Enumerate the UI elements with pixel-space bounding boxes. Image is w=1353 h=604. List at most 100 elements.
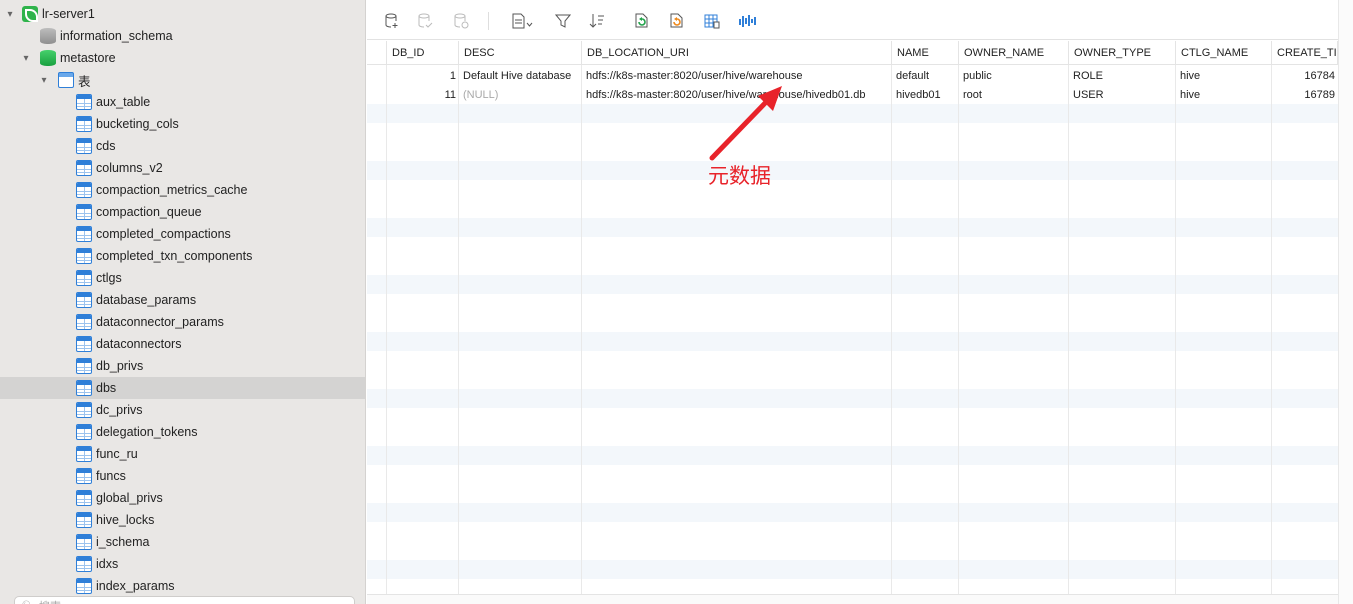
save-row-icon[interactable] <box>416 12 434 30</box>
grid-cell[interactable]: default <box>892 67 959 86</box>
chevron-down-icon[interactable]: ▾ <box>20 52 32 64</box>
tree-item-table[interactable]: i_schema <box>0 531 365 553</box>
grid-cell[interactable]: hive <box>1176 86 1272 105</box>
grid-row-background <box>367 351 1338 370</box>
grid-view-icon[interactable] <box>703 12 721 30</box>
tree-item-label: completed_txn_components <box>96 249 253 263</box>
column-header[interactable]: OWNER_TYPE <box>1069 41 1176 65</box>
column-header[interactable]: DB_ID <box>387 41 459 65</box>
tree-item-table[interactable]: completed_txn_components <box>0 245 365 267</box>
tree-item-label: bucketing_cols <box>96 117 179 131</box>
column-header[interactable]: CREATE_TIM <box>1272 41 1338 65</box>
tree-item-table[interactable]: global_privs <box>0 487 365 509</box>
grid-cell[interactable]: Default Hive database <box>459 67 582 86</box>
chart-icon[interactable] <box>738 12 756 30</box>
grid-cell[interactable]: 1 <box>387 67 459 86</box>
table-icon <box>76 182 92 198</box>
search-placeholder: 搜索 <box>39 598 61 604</box>
tree-item-table[interactable]: aux_table <box>0 91 365 113</box>
tree-item-db-metastore[interactable]: ▾ metastore <box>0 47 365 69</box>
column-divider <box>891 65 892 594</box>
tree-item-table[interactable]: ctlgs <box>0 267 365 289</box>
tree-item-table[interactable]: delegation_tokens <box>0 421 365 443</box>
tree-item-table[interactable]: bucketing_cols <box>0 113 365 135</box>
tree-item-label: metastore <box>60 51 116 65</box>
grid-cell[interactable]: root <box>959 86 1069 105</box>
results-grid[interactable]: DB_ID DESC DB_LOCATION_URI NAME OWNER_NAME OW… <box>367 41 1338 594</box>
grid-cell[interactable]: hive <box>1176 67 1272 86</box>
tree-item-table[interactable]: idxs <box>0 553 365 575</box>
grid-cell[interactable]: 16784 <box>1272 67 1338 86</box>
column-header[interactable]: NAME <box>892 41 959 65</box>
tree-item-table[interactable]: db_privs <box>0 355 365 377</box>
sort-icon[interactable] <box>588 12 606 30</box>
grid-row-background <box>367 104 1338 123</box>
tree-item-table[interactable]: hive_locks <box>0 509 365 531</box>
tree-item-label: db_privs <box>96 359 144 373</box>
refresh-orange-icon[interactable] <box>668 12 686 30</box>
grid-row-background <box>367 522 1338 541</box>
grid-row-background <box>367 560 1338 579</box>
tree-item-table[interactable]: compaction_metrics_cache <box>0 179 365 201</box>
grid-cell[interactable]: public <box>959 67 1069 86</box>
table-icon <box>76 248 92 264</box>
tree-item-table[interactable]: compaction_queue <box>0 201 365 223</box>
column-divider <box>1068 65 1069 594</box>
table-icon <box>76 226 92 242</box>
chevron-down-icon[interactable]: ▾ <box>38 74 50 86</box>
column-header[interactable]: DB_LOCATION_URI <box>582 41 892 65</box>
grid-cell[interactable]: ROLE <box>1069 67 1176 86</box>
tree-item-db-information-schema[interactable]: information_schema <box>0 25 365 47</box>
tree-item-table[interactable]: columns_v2 <box>0 157 365 179</box>
column-header[interactable]: CTLG_NAME <box>1176 41 1272 65</box>
column-header[interactable]: DESC <box>459 41 582 65</box>
grid-row-background <box>367 123 1338 142</box>
tree-item-label: hive_locks <box>96 513 155 527</box>
tree-item-table[interactable]: dbs <box>0 377 365 399</box>
column-header[interactable]: OWNER_NAME <box>959 41 1069 65</box>
tree-item-table[interactable]: dc_privs <box>0 399 365 421</box>
tree-item-table[interactable]: dataconnectors <box>0 333 365 355</box>
grid-cell[interactable]: 16789 <box>1272 86 1338 105</box>
sidebar-search-input[interactable]: 🔍︎ 搜索 <box>14 596 355 604</box>
tree-item-table[interactable]: cds <box>0 135 365 157</box>
tree-item-tables-folder[interactable]: ▾ 表 <box>0 69 365 91</box>
grid-toolbar <box>367 0 1338 40</box>
table-icon <box>76 270 92 286</box>
discard-row-icon[interactable] <box>452 12 470 30</box>
grid-cell[interactable]: (NULL) <box>459 86 582 105</box>
tree-item-table[interactable]: dataconnector_params <box>0 311 365 333</box>
chevron-down-icon[interactable]: ▾ <box>4 8 16 20</box>
search-icon: 🔍︎ <box>21 600 35 604</box>
tree-item-server[interactable]: ▾ lr-server1 <box>0 3 365 25</box>
tree-item-table[interactable]: func_ru <box>0 443 365 465</box>
tree-item-label: cds <box>96 139 116 153</box>
grid-cell[interactable]: 11 <box>387 86 459 105</box>
tree-item-label: columns_v2 <box>96 161 163 175</box>
table-icon <box>76 402 92 418</box>
tree-item-label: ctlgs <box>96 271 122 285</box>
filter-icon[interactable] <box>554 12 572 30</box>
grid-cell[interactable]: hivedb01 <box>892 86 959 105</box>
database-icon <box>40 50 56 66</box>
grid-row-background <box>367 465 1338 484</box>
add-row-icon[interactable] <box>383 12 401 30</box>
tree-item-table[interactable]: completed_compactions <box>0 223 365 245</box>
grid-cell[interactable]: USER <box>1069 86 1176 105</box>
grid-row-background <box>367 389 1338 408</box>
refresh-green-icon[interactable] <box>633 12 651 30</box>
tree-item-table[interactable]: funcs <box>0 465 365 487</box>
tree-item-label: compaction_metrics_cache <box>96 183 248 197</box>
grid-row-background <box>367 180 1338 199</box>
column-divider <box>958 65 959 594</box>
grid-row-background <box>367 199 1338 218</box>
tree-item-label: idxs <box>96 557 119 571</box>
vertical-scrollbar[interactable] <box>1338 0 1353 604</box>
row-header-corner <box>367 41 387 65</box>
grid-row-background <box>367 256 1338 275</box>
table-icon <box>76 380 92 396</box>
tree-item-table[interactable]: index_params <box>0 575 365 597</box>
tree-item-table[interactable]: database_params <box>0 289 365 311</box>
tree-item-label: index_params <box>96 579 175 593</box>
export-icon[interactable] <box>510 12 534 30</box>
